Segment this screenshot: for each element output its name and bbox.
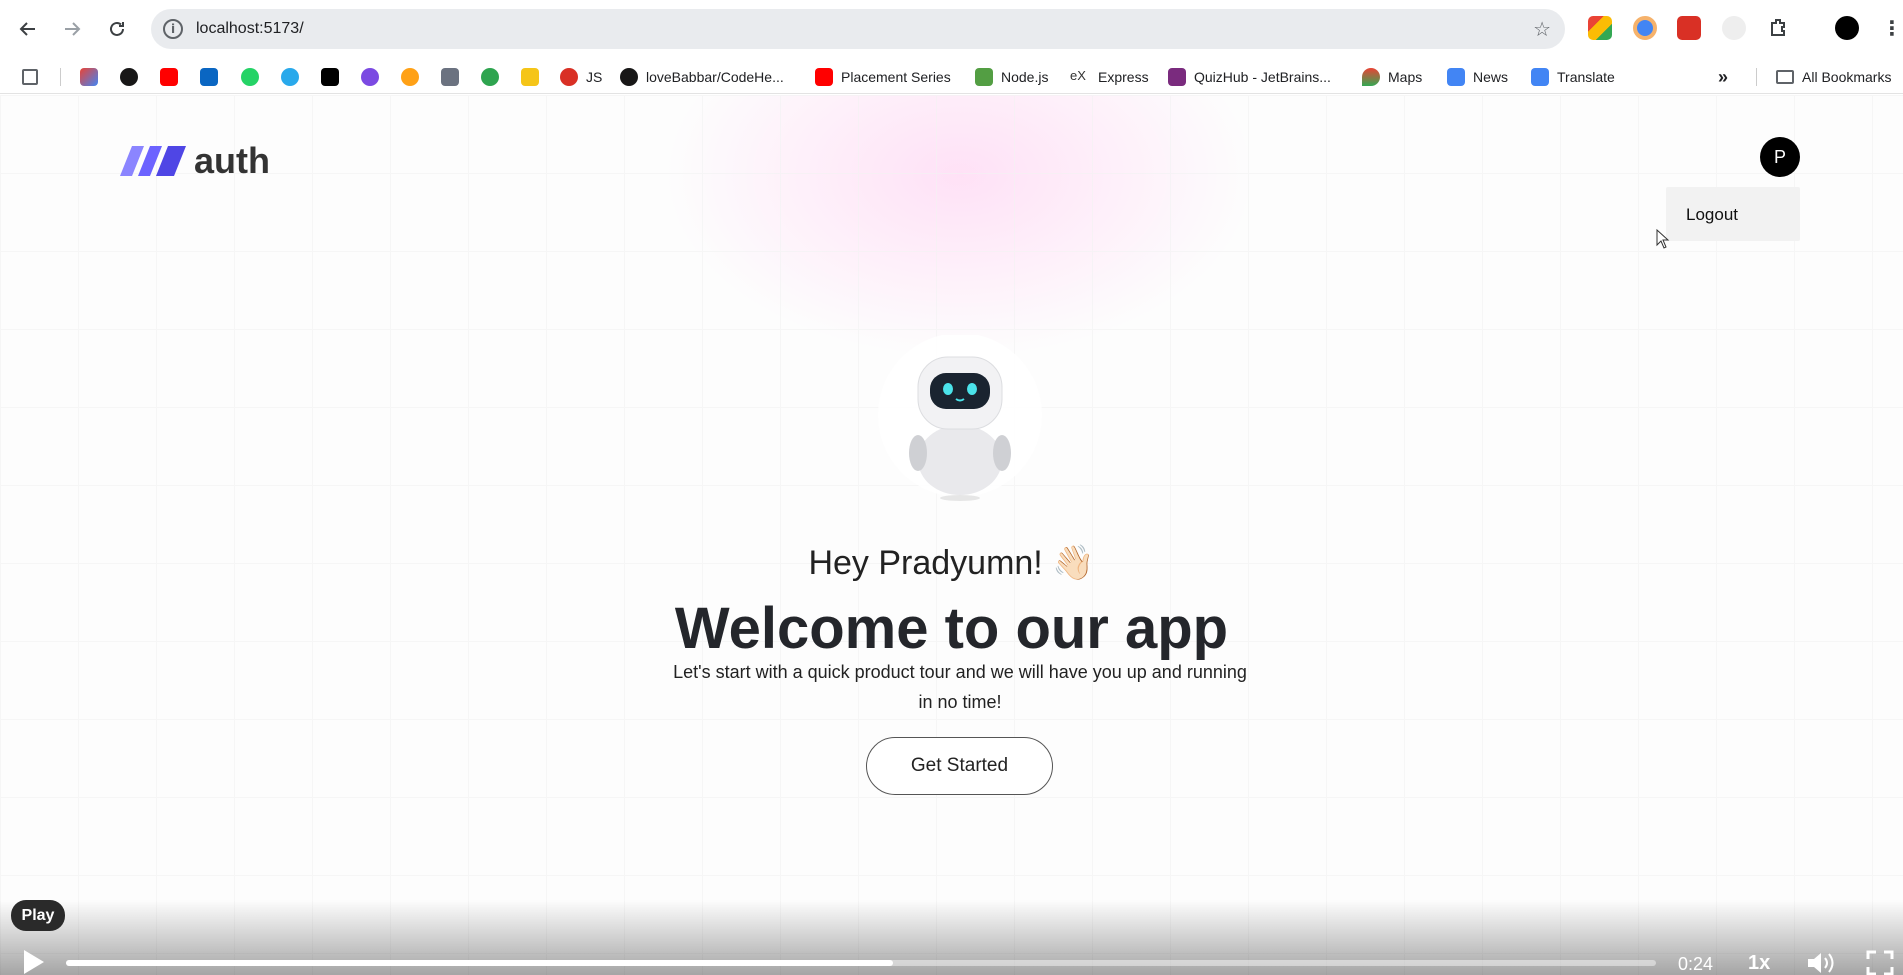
video-time: 0:24: [1678, 954, 1714, 974]
nodejs-icon: [975, 68, 993, 86]
telegram-icon: [281, 68, 299, 86]
url-text[interactable]: localhost:5173/: [196, 20, 304, 38]
back-icon[interactable]: [10, 11, 46, 47]
playback-speed-button[interactable]: 1x: [1748, 952, 1770, 975]
page-title: Welcome to our app: [674, 596, 1229, 661]
divider: [60, 68, 61, 86]
extensions-puzzle-icon[interactable]: [1768, 16, 1792, 40]
browser-toolbar: i localhost:5173/ ☆ ⋮: [0, 0, 1903, 58]
extension-icon[interactable]: [1722, 16, 1746, 40]
news-icon: [1447, 68, 1465, 86]
reload-icon[interactable]: [99, 11, 135, 47]
bookmark-label: Maps: [1388, 69, 1423, 85]
address-bar[interactable]: i localhost:5173/ ☆: [151, 9, 1565, 49]
bookmark-telegram[interactable]: [281, 67, 299, 87]
bookmark-label: JS: [586, 69, 603, 85]
bookmark-nodejs[interactable]: Node.js: [975, 67, 1048, 87]
video-progress-fill: [66, 960, 893, 966]
bookmark-youtube[interactable]: [160, 67, 178, 87]
fullscreen-icon[interactable]: [1866, 950, 1894, 975]
bookmark-placement-series[interactable]: Placement Series: [815, 67, 951, 87]
translate-icon: [1531, 68, 1549, 86]
get-started-button[interactable]: Get Started: [866, 737, 1053, 795]
folder-icon: [1776, 70, 1794, 84]
profile-avatar-icon[interactable]: [1835, 16, 1859, 40]
extension-icon[interactable]: [1633, 16, 1657, 40]
logo-text: auth: [194, 140, 270, 181]
apps-icon: [22, 69, 38, 85]
js-icon: [560, 68, 578, 86]
bookmark-leetcode[interactable]: [401, 67, 419, 87]
json-icon: [521, 68, 539, 86]
extension-icon[interactable]: [1588, 16, 1612, 40]
app-logo[interactable]: auth: [120, 140, 270, 182]
bookmark-maps[interactable]: Maps: [1362, 67, 1422, 87]
youtube-icon: [160, 68, 178, 86]
bookmarks-bar: JS loveBabbar/CodeHe... Placement Series…: [0, 58, 1903, 94]
site-info-icon[interactable]: i: [163, 19, 183, 39]
whatsapp-icon: [241, 68, 259, 86]
logout-menu-item[interactable]: Logout: [1686, 205, 1738, 225]
bookmark-label: Translate: [1557, 69, 1615, 85]
bookmark-label: QuizHub - JetBrains...: [1194, 69, 1331, 85]
bookmark-label: Express: [1098, 69, 1149, 85]
github-icon: [620, 68, 638, 86]
bookmark-json[interactable]: [521, 67, 539, 87]
bookmark-gmail[interactable]: [80, 67, 98, 87]
all-bookmarks[interactable]: All Bookmarks: [1776, 67, 1891, 87]
all-bookmarks-label: All Bookmarks: [1802, 69, 1892, 85]
robot-illustration-icon: [878, 335, 1042, 501]
video-progress-bar[interactable]: [66, 960, 1656, 966]
bookmark-label: Node.js: [1001, 69, 1049, 85]
extension-icon[interactable]: [1677, 16, 1701, 40]
app-page: auth P Logout Hey Pradyumn! 👋🏻 Welcome t…: [0, 95, 1903, 975]
maps-icon: [1362, 68, 1380, 86]
bookmark-translate[interactable]: Translate: [1531, 67, 1615, 87]
volume-icon[interactable]: [1806, 950, 1836, 975]
play-icon[interactable]: [24, 950, 44, 974]
github-icon: [120, 68, 138, 86]
greeting-text: Hey Pradyumn! 👋🏻: [808, 544, 1095, 582]
logo-stripes-icon: [120, 146, 186, 176]
browser-menu-icon[interactable]: ⋮: [1880, 16, 1903, 40]
youtube-icon: [815, 68, 833, 86]
nextjs-icon: [321, 68, 339, 86]
bookmark-whatsapp[interactable]: [241, 67, 259, 87]
bookmark-badge[interactable]: [361, 67, 379, 87]
tool-icon: [441, 68, 459, 86]
bookmark-nextjs[interactable]: [321, 67, 339, 87]
bookmark-github[interactable]: [120, 67, 138, 87]
user-avatar[interactable]: P: [1760, 137, 1800, 177]
bookmark-codechef[interactable]: [481, 67, 499, 87]
quizhub-icon: [1168, 68, 1186, 86]
leetcode-icon: [401, 68, 419, 86]
bookmark-star-icon[interactable]: ☆: [1533, 17, 1551, 42]
gmail-icon: [80, 68, 98, 86]
linkedin-icon: [200, 68, 218, 86]
bookmark-news[interactable]: News: [1447, 67, 1508, 87]
bookmark-label: loveBabbar/CodeHe...: [646, 69, 784, 85]
bookmark-apps[interactable]: [22, 67, 38, 87]
bookmark-lovebabbar[interactable]: loveBabbar/CodeHe...: [620, 67, 784, 87]
bookmark-quizhub[interactable]: QuizHub - JetBrains...: [1168, 67, 1331, 87]
badge-icon: [361, 68, 379, 86]
mouse-cursor-icon: [1656, 229, 1670, 249]
bookmark-tool[interactable]: [441, 67, 459, 87]
express-icon: eX: [1070, 68, 1086, 83]
more-bookmarks-icon[interactable]: »: [1718, 67, 1728, 87]
play-tooltip: Play: [11, 900, 65, 931]
forward-icon[interactable]: [54, 11, 90, 47]
bookmark-label: Placement Series: [841, 69, 951, 85]
bookmark-js[interactable]: JS: [560, 67, 602, 87]
bookmark-linkedin[interactable]: [200, 67, 218, 87]
bookmark-label: News: [1473, 69, 1509, 85]
bookmark-express[interactable]: eX Express: [1070, 67, 1149, 87]
divider: [1756, 68, 1757, 86]
codechef-icon: [481, 68, 499, 86]
page-description: Let's start with a quick product tour an…: [673, 662, 1247, 712]
user-dropdown-menu: Logout: [1666, 187, 1800, 241]
